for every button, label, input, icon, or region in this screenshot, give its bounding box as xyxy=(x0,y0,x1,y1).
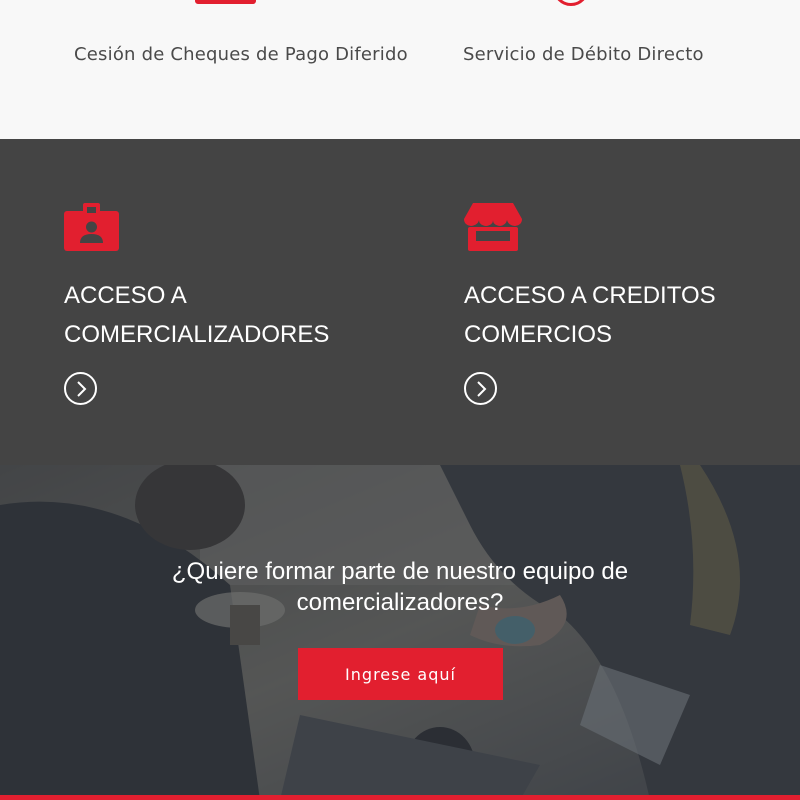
id-badge-icon xyxy=(64,203,120,255)
access-comercios-button[interactable] xyxy=(464,372,497,405)
chevron-right-icon xyxy=(76,380,86,397)
join-section: ¿Quiere formar parte de nuestro equipo d… xyxy=(0,465,800,800)
store-icon xyxy=(464,203,522,255)
access-section: ACCESO A COMERCIALIZADORES ACCESO A CRED… xyxy=(0,139,800,465)
background-overlay xyxy=(0,465,800,800)
join-question: ¿Quiere formar parte de nuestro equipo d… xyxy=(171,558,629,616)
access-title-comercios: ACCESO A CREDITOS COMERCIOS xyxy=(464,282,716,348)
footer-accent-bar xyxy=(0,795,800,800)
access-title-comercializadores: ACCESO A COMERCIALIZADORES xyxy=(64,282,330,348)
cheque-icon xyxy=(195,0,256,4)
service-link-debito[interactable]: Servicio de Débito Directo xyxy=(463,44,704,65)
services-section: Cesión de Cheques de Pago Diferido Servi… xyxy=(0,0,800,139)
service-link-cheques[interactable]: Cesión de Cheques de Pago Diferido xyxy=(74,44,408,65)
chevron-right-icon xyxy=(476,380,486,397)
debit-icon xyxy=(553,0,589,6)
ingrese-aqui-button[interactable]: Ingrese aquí xyxy=(298,648,503,700)
access-comercializadores-button[interactable] xyxy=(64,372,97,405)
